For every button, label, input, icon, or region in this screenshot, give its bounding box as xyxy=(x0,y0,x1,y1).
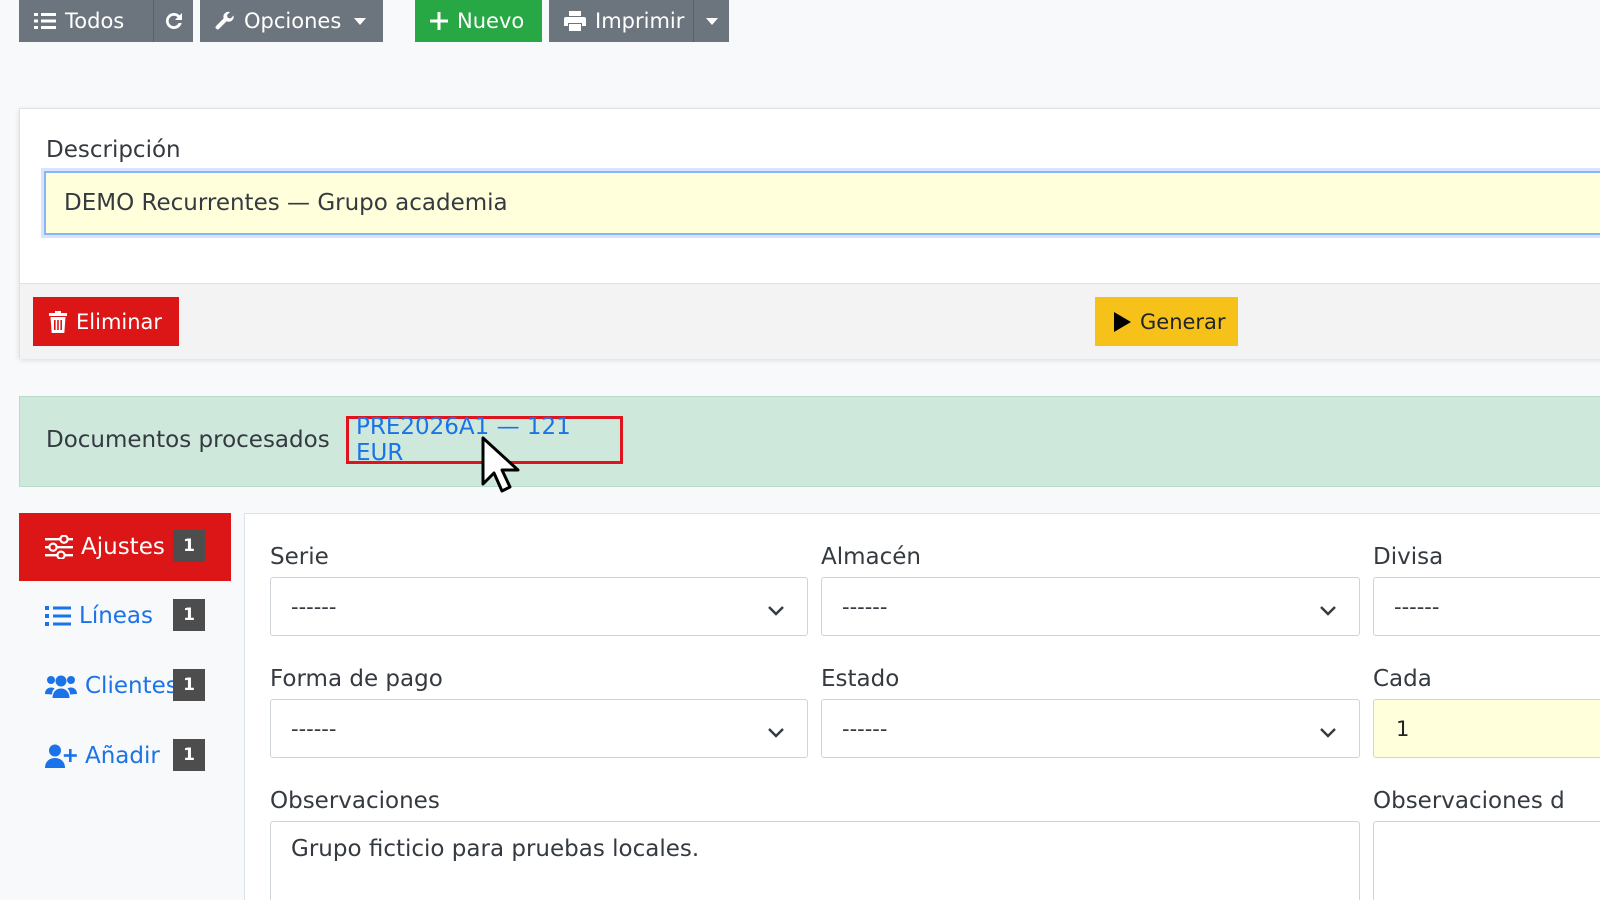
sidebar-item-label: Ajustes xyxy=(81,534,165,560)
sidebar-item-label: Clientes xyxy=(85,673,178,699)
cada-label: Cada xyxy=(1373,666,1432,692)
sidebar-item-clientes[interactable]: Clientes 1 xyxy=(19,651,231,721)
opciones-label: Opciones xyxy=(244,9,342,33)
toolbar: Todos Opciones Nuevo Imprimir xyxy=(19,0,736,42)
serie-label: Serie xyxy=(270,544,329,570)
chevron-down-icon xyxy=(1319,598,1337,622)
serie-select[interactable]: ------ xyxy=(270,577,808,636)
generar-label: Generar xyxy=(1140,309,1226,334)
settings-panel: Serie ------ Almacén ------ Divisa -----… xyxy=(244,513,1600,900)
sidebar-item-lineas[interactable]: Líneas 1 xyxy=(19,581,231,651)
sidebar-item-anadir[interactable]: Añadir 1 xyxy=(19,721,231,791)
list-icon xyxy=(45,605,71,627)
eliminar-label: Eliminar xyxy=(76,309,163,334)
plus-icon xyxy=(430,12,448,30)
almacen-label: Almacén xyxy=(821,544,921,570)
sliders-icon xyxy=(45,535,73,559)
cada-input[interactable]: 1 xyxy=(1373,699,1600,758)
imprimir-dropdown-toggle[interactable] xyxy=(693,0,729,42)
card-footer: Eliminar Generar xyxy=(20,283,1600,359)
imprimir-button[interactable]: Imprimir xyxy=(549,0,693,42)
todos-button-group: Todos xyxy=(19,0,193,42)
imprimir-label: Imprimir xyxy=(595,9,685,33)
chevron-down-icon xyxy=(767,598,785,622)
todos-label: Todos xyxy=(65,9,125,33)
play-icon xyxy=(1113,311,1131,332)
imprimir-button-group: Imprimir xyxy=(549,0,729,42)
count-badge: 1 xyxy=(173,669,205,701)
estado-value: ------ xyxy=(842,716,888,741)
chevron-down-icon xyxy=(354,17,367,25)
observaciones-textarea[interactable]: Grupo ficticio para pruebas locales. xyxy=(270,821,1360,900)
descripcion-input[interactable]: DEMO Recurrentes — Grupo academia xyxy=(44,171,1600,235)
mouse-cursor-icon xyxy=(480,436,524,498)
opciones-dropdown[interactable]: Opciones xyxy=(200,0,383,42)
count-badge: 1 xyxy=(173,530,205,562)
list-icon xyxy=(34,12,56,30)
forma-de-pago-value: ------ xyxy=(291,716,337,741)
almacen-select[interactable]: ------ xyxy=(821,577,1360,636)
trash-icon xyxy=(49,310,67,333)
divisa-select[interactable]: ------ xyxy=(1373,577,1600,636)
processed-documents-alert: Documentos procesados PRE2026A1 — 121 EU… xyxy=(19,396,1600,487)
observaciones-d-label: Observaciones d xyxy=(1373,788,1565,814)
serie-value: ------ xyxy=(291,594,337,619)
sidebar: Ajustes 1 Líneas 1 Clientes 1 Añadir 1 xyxy=(19,513,231,791)
refresh-button[interactable] xyxy=(153,0,193,42)
printer-icon xyxy=(564,11,586,31)
wrench-icon xyxy=(215,11,235,31)
almacen-value: ------ xyxy=(842,594,888,619)
estado-select[interactable]: ------ xyxy=(821,699,1360,758)
forma-de-pago-label: Forma de pago xyxy=(270,666,443,692)
chevron-down-icon xyxy=(767,720,785,744)
count-badge: 1 xyxy=(173,739,205,771)
divisa-value: ------ xyxy=(1394,594,1440,619)
descripcion-label: Descripción xyxy=(46,137,181,163)
forma-de-pago-select[interactable]: ------ xyxy=(270,699,808,758)
sidebar-item-ajustes[interactable]: Ajustes 1 xyxy=(19,513,231,581)
observaciones-label: Observaciones xyxy=(270,788,440,814)
divisa-label: Divisa xyxy=(1373,544,1444,570)
sidebar-item-label: Añadir xyxy=(85,743,160,769)
count-badge: 1 xyxy=(173,599,205,631)
eliminar-button[interactable]: Eliminar xyxy=(33,297,179,346)
refresh-icon xyxy=(164,11,184,31)
todos-button[interactable]: Todos xyxy=(19,0,153,42)
estado-label: Estado xyxy=(821,666,900,692)
sidebar-item-label: Líneas xyxy=(79,603,154,629)
users-icon xyxy=(45,674,77,698)
chevron-down-icon xyxy=(1319,720,1337,744)
generar-button[interactable]: Generar xyxy=(1095,297,1238,346)
description-card: Descripción DEMO Recurrentes — Grupo aca… xyxy=(19,108,1600,359)
user-plus-icon xyxy=(45,744,77,768)
chevron-down-icon xyxy=(705,17,718,25)
nuevo-label: Nuevo xyxy=(457,9,525,33)
nuevo-button[interactable]: Nuevo xyxy=(415,0,542,42)
documentos-procesados-label: Documentos procesados xyxy=(46,427,330,453)
observaciones-d-textarea[interactable] xyxy=(1373,821,1600,900)
